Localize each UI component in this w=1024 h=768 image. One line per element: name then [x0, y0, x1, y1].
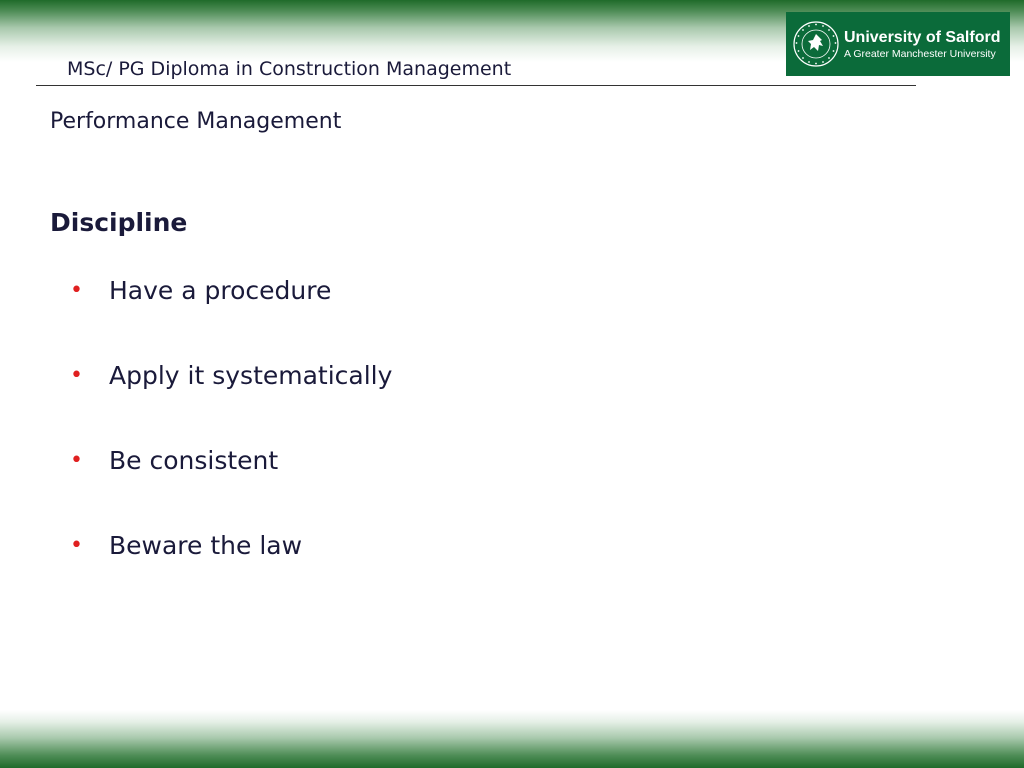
course-title: MSc/ PG Diploma in Construction Manageme…	[67, 58, 512, 80]
bullet-text: Be consistent	[109, 446, 279, 475]
bullet-list: • Have a procedure • Apply it systematic…	[70, 270, 392, 610]
header-divider	[36, 85, 916, 86]
bullet-item: • Be consistent	[70, 440, 392, 525]
bullet-text: Have a procedure	[109, 276, 332, 305]
bullet-icon: •	[70, 448, 83, 473]
bullet-item: • Have a procedure	[70, 270, 392, 355]
bullet-text: Beware the law	[109, 531, 303, 560]
slide: MSc/ PG Diploma in Construction Manageme…	[0, 0, 1024, 768]
bullet-icon: •	[70, 533, 83, 558]
logo-university-name: University of Salford	[844, 28, 1001, 46]
bullet-item: • Beware the law	[70, 525, 392, 610]
logo-text: University of Salford A Greater Manchest…	[844, 28, 1000, 61]
salford-crest-icon	[793, 21, 839, 67]
bottom-gradient-band	[0, 710, 1024, 768]
bullet-text: Apply it systematically	[109, 361, 393, 390]
section-title: Performance Management	[50, 109, 342, 134]
bullet-item: • Apply it systematically	[70, 355, 392, 440]
bullet-icon: •	[70, 363, 83, 388]
logo-tagline: A Greater Manchester University	[844, 47, 996, 60]
slide-heading: Discipline	[50, 208, 188, 237]
university-logo: University of Salford A Greater Manchest…	[786, 12, 1010, 76]
bullet-icon: •	[70, 278, 83, 303]
